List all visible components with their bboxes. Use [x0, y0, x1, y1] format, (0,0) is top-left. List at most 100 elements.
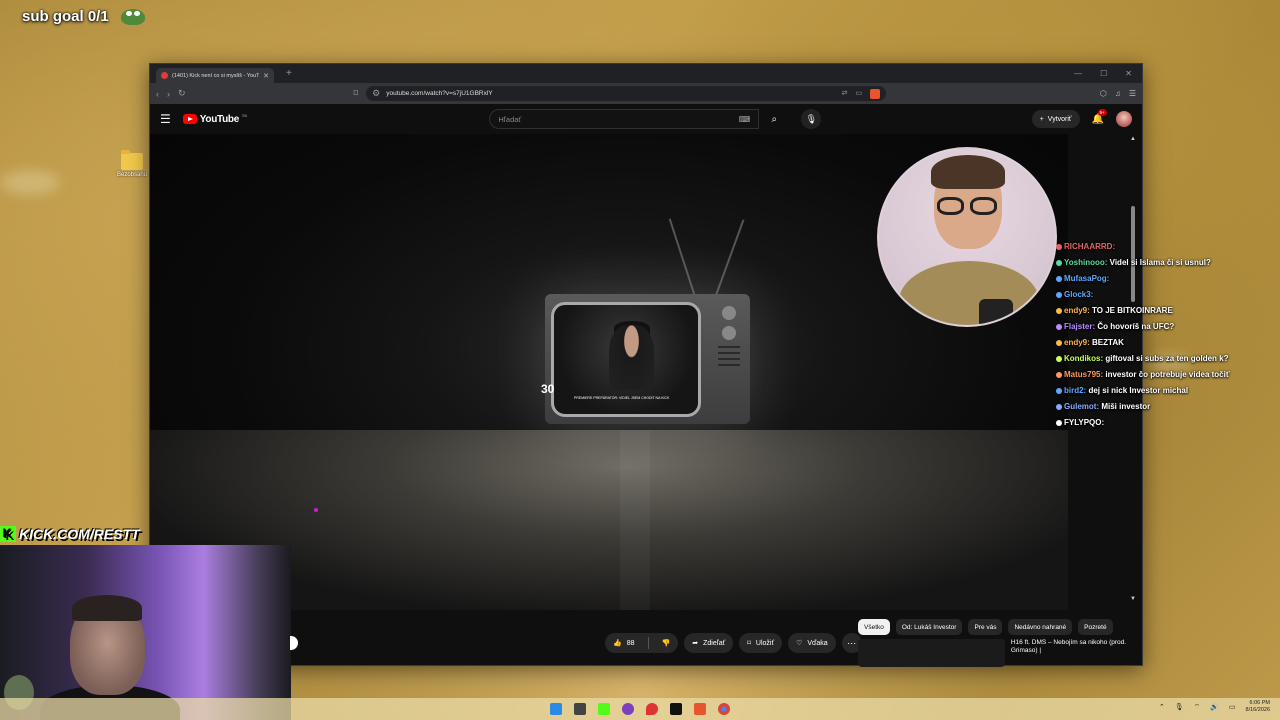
thanks-button[interactable]: ♡ Vďaka [788, 633, 836, 653]
brave-browser-icon[interactable] [694, 703, 706, 715]
thumbs-down-icon: 👎 [661, 640, 671, 647]
chat-badge-icon [1056, 355, 1062, 362]
webcam-hair [72, 595, 142, 621]
chat-username[interactable]: endy9: [1064, 306, 1090, 315]
tab-close-icon[interactable]: ✕ [263, 72, 269, 80]
search-input[interactable]: Hľadať ⌨ [489, 109, 760, 129]
chat-badge-icon [1056, 275, 1062, 282]
avatar[interactable] [1116, 111, 1132, 127]
country-code: SK [241, 112, 248, 118]
taskbar-apps [550, 703, 730, 715]
share-label: Zdieľať [703, 639, 726, 647]
battery-icon[interactable]: ▭ [1229, 703, 1236, 711]
chip-watched[interactable]: Pozreté [1078, 619, 1113, 635]
kick-handle-overlay: K KICK.COM/RESTT [0, 525, 140, 543]
reload-icon[interactable]: ↻ [178, 88, 186, 99]
chat-message: Matus795: investor čo potrebuje videa to… [1056, 370, 1276, 380]
search-icon[interactable]: ⌕ [759, 109, 789, 129]
recommendation-item[interactable]: H16 ft. DMS – Nebojím sa nikoho (prod. G… [858, 639, 1138, 667]
notifications-bell-icon[interactable]: 🔔 9+ [1092, 108, 1107, 125]
cast-icon[interactable]: ▭ [856, 89, 863, 99]
chat-username[interactable]: Yoshinooo: [1064, 258, 1107, 267]
browser-tab[interactable]: (1401) Kick není co si myslíš - YouTube … [156, 68, 274, 83]
capcut-icon[interactable] [670, 703, 682, 715]
pin-app-icon[interactable] [646, 703, 658, 715]
chat-username[interactable]: Kondikos: [1064, 354, 1103, 363]
create-button[interactable]: + Vytvoriť [1031, 110, 1080, 128]
chat-message: Glock3: [1056, 290, 1276, 300]
chat-username[interactable]: endy9: [1064, 338, 1090, 347]
microphone-icon [979, 299, 1013, 325]
chat-message: Kondikos: giftoval si subs za ten golden… [1056, 354, 1276, 364]
kick-app-icon[interactable] [598, 703, 610, 715]
youtube-logo[interactable]: YouTube SK [182, 112, 248, 125]
snipping-tool-icon[interactable] [574, 703, 586, 715]
hamburger-icon[interactable]: ☰ [160, 112, 171, 126]
microphone-tray-icon[interactable]: 🎙 [1175, 703, 1184, 711]
tray-overflow-icon[interactable]: ⌃ [1159, 703, 1165, 711]
chat-text: Videl si Islama či si usnul? [1109, 258, 1211, 267]
chat-username[interactable]: Matus795: [1064, 370, 1103, 379]
windows-start-icon[interactable] [550, 703, 562, 715]
chat-username[interactable]: MufasaPog: [1064, 274, 1109, 283]
bookmark-save-icon: ⌑ [747, 640, 751, 647]
new-tab-icon[interactable]: + [286, 68, 292, 79]
keyboard-icon[interactable]: ⌨ [739, 115, 751, 124]
search-placeholder: Hľadať [498, 114, 522, 124]
back-icon[interactable]: ‹ [156, 89, 159, 99]
scroll-up-icon[interactable]: ▲ [1130, 136, 1136, 142]
menu-icon[interactable]: ☰ [1129, 89, 1136, 98]
chip-recent[interactable]: Nedávno nahrané [1008, 619, 1073, 635]
chat-username[interactable]: bird2: [1064, 386, 1086, 395]
address-bar: ‹ › ↻ ⌑ ⚙ youtube.com/watch?v=s7jU1GBRxl… [150, 83, 1142, 104]
scroll-down-icon[interactable]: ▼ [1130, 596, 1136, 602]
chat-username[interactable]: Glock3: [1064, 290, 1093, 299]
chat-text: investor čo potrebuje videa točiť [1105, 370, 1230, 379]
like-dislike-group: 👍 88 👎 [605, 633, 679, 653]
thumbs-up-icon: 👍 [613, 640, 622, 647]
tab-title: (1401) Kick není co si myslíš - YouTube [172, 72, 260, 79]
desktop-folder[interactable]: Bezobsahu [114, 150, 150, 178]
site-info-icon[interactable]: ⚙ [372, 88, 380, 99]
like-button[interactable]: 👍 88 [605, 633, 643, 653]
plus-icon: + [1039, 115, 1044, 123]
save-label: Uložiť [755, 639, 775, 647]
chip-all[interactable]: Všetko [858, 619, 890, 635]
chat-message: endy9: BEZTAK [1056, 338, 1276, 348]
chat-message: RICHAARRD: [1056, 242, 1276, 252]
forward-icon[interactable]: › [167, 89, 170, 99]
media-icon[interactable]: ♫ [1115, 89, 1121, 98]
translate-icon[interactable]: ⇄ [842, 89, 848, 99]
extensions-icon[interactable]: ⬡ [1100, 89, 1107, 98]
video-actions: 👍 88 👎 ➦ Zdieľať ⌑ Uložiť ♡ Vďaka ⋯ [605, 633, 862, 653]
microphone-icon[interactable]: 🎙 [801, 109, 822, 129]
bookmark-icon[interactable]: ⌑ [354, 88, 359, 99]
sub-goal-text: sub goal 0/1 [22, 8, 109, 25]
chrome-icon[interactable] [718, 703, 730, 715]
chat-username[interactable]: RICHAARRD: [1064, 242, 1115, 251]
tv-caption: PREMIERE PREPÁRATOR: VIDIEL JSEM CHODIT … [574, 396, 670, 400]
minimize-icon[interactable]: — [1074, 69, 1082, 78]
wifi-icon[interactable]: ⌔ [1194, 703, 1201, 712]
chat-username[interactable]: FYLYPQO: [1064, 418, 1104, 427]
desktop-folder-label: Bezobsahu [116, 172, 148, 178]
tv-knobs [716, 306, 742, 370]
chat-message: MufasaPog: [1056, 274, 1276, 284]
share-button[interactable]: ➦ Zdieľať [684, 633, 734, 653]
toolbar-right: ⬡ ♫ ☰ [1100, 89, 1136, 98]
save-button[interactable]: ⌑ Uložiť [739, 633, 783, 653]
brave-shield-icon[interactable] [870, 88, 881, 99]
chip-from-channel[interactable]: Od: Lukáš Investor [895, 619, 963, 635]
chip-for-you[interactable]: Pre vás [968, 619, 1003, 635]
volume-icon[interactable]: 🔊 [1210, 703, 1219, 711]
close-window-icon[interactable]: ✕ [1125, 69, 1132, 78]
url-field[interactable]: ⚙ youtube.com/watch?v=s7jU1GBRxlY ⇄ ▭ [366, 86, 887, 101]
chat-username[interactable]: Gulemot: [1064, 402, 1099, 411]
clock[interactable]: 6:06 PM 8/16/2026 [1246, 700, 1270, 714]
create-label: Vytvoriť [1047, 115, 1072, 123]
chat-username[interactable]: Flajster: [1064, 322, 1095, 331]
maximize-icon[interactable]: ☐ [1100, 69, 1107, 78]
tv-person [609, 325, 654, 390]
obs-icon[interactable] [622, 703, 634, 715]
dislike-button[interactable]: 👎 [654, 633, 679, 653]
